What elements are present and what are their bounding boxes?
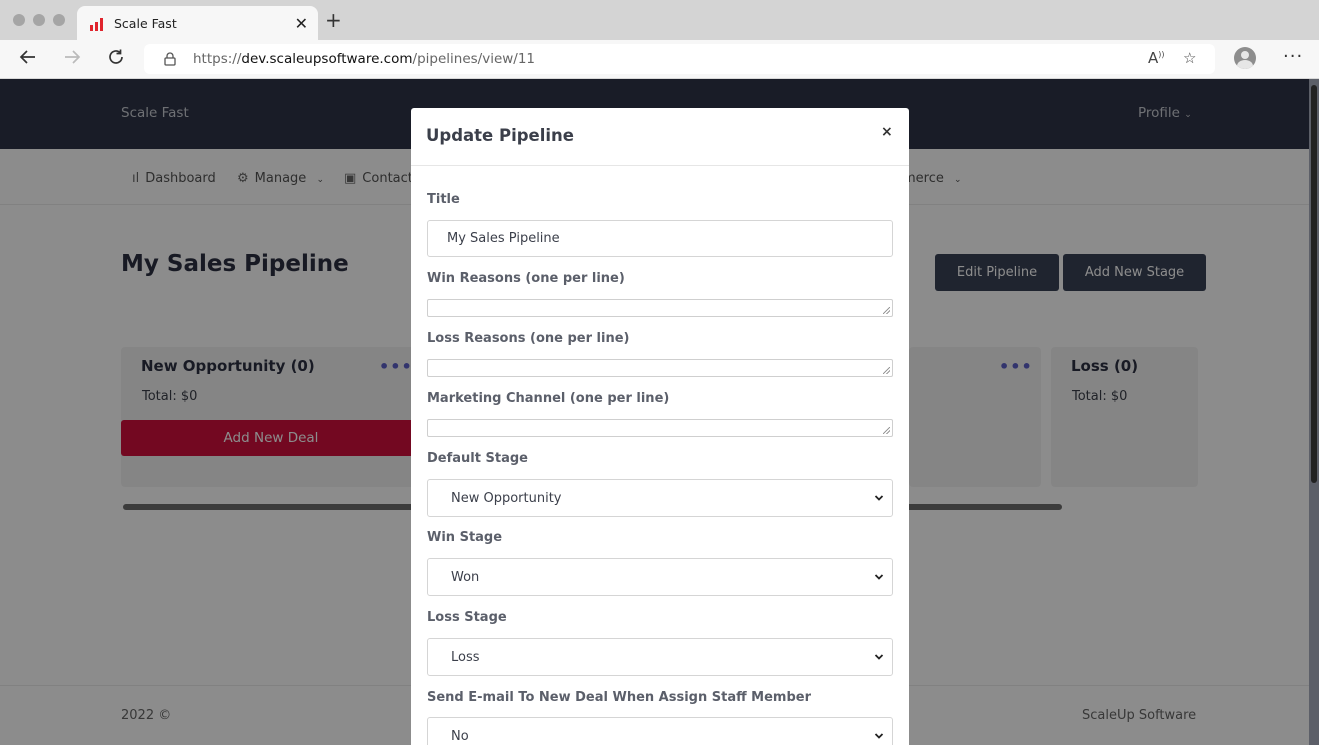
title-input[interactable]: My Sales Pipeline: [427, 220, 893, 257]
window-zoom-dot[interactable]: [53, 14, 65, 26]
window-close-dot[interactable]: [13, 14, 25, 26]
chevron-down-icon: [874, 570, 884, 588]
tab-close-icon[interactable]: ✕: [295, 14, 308, 33]
default-stage-label: Default Stage: [427, 451, 528, 466]
reload-icon[interactable]: [107, 48, 125, 71]
lock-icon: [164, 51, 176, 70]
loss-stage-label: Loss Stage: [427, 610, 507, 625]
send-email-select[interactable]: No: [427, 717, 893, 745]
url-text: https://dev.scaleupsoftware.com/pipeline…: [193, 51, 536, 67]
bar-chart-icon: [89, 16, 105, 35]
win-reasons-label: Win Reasons (one per line): [427, 271, 625, 286]
marketing-channel-textarea[interactable]: [427, 419, 893, 437]
send-email-value: No: [451, 728, 469, 744]
loss-reasons-textarea[interactable]: [427, 359, 893, 377]
vertical-scrollbar[interactable]: [1309, 79, 1319, 745]
win-stage-label: Win Stage: [427, 530, 503, 545]
modal-title: Update Pipeline: [426, 126, 574, 145]
forward-arrow-icon[interactable]: [63, 48, 81, 71]
new-tab-icon[interactable]: +: [325, 10, 342, 30]
browser-tab[interactable]: Scale Fast ✕: [77, 6, 318, 40]
address-bar: https://dev.scaleupsoftware.com/pipeline…: [0, 40, 1319, 79]
title-label: Title: [427, 192, 460, 207]
modal-header: Update Pipeline ×: [411, 108, 909, 166]
win-stage-value: Won: [451, 569, 480, 585]
default-stage-select[interactable]: New Opportunity: [427, 479, 893, 517]
win-stage-select[interactable]: Won: [427, 558, 893, 596]
default-stage-value: New Opportunity: [451, 490, 562, 506]
favorites-star-icon[interactable]: ☆: [1183, 49, 1196, 67]
browser-profile-avatar[interactable]: [1234, 47, 1256, 69]
scrollbar-thumb[interactable]: [1311, 85, 1317, 483]
chevron-down-icon: [874, 729, 884, 745]
send-email-label: Send E-mail To New Deal When Assign Staf…: [427, 690, 812, 705]
window-minimize-dot[interactable]: [33, 14, 45, 26]
loss-reasons-label: Loss Reasons (one per line): [427, 331, 630, 346]
more-options-icon[interactable]: ···: [1283, 46, 1303, 67]
tab-title: Scale Fast: [114, 16, 177, 31]
loss-stage-value: Loss: [451, 649, 480, 665]
browser-tab-bar: Scale Fast ✕ +: [0, 0, 1319, 40]
marketing-channel-label: Marketing Channel (one per line): [427, 391, 670, 406]
url-field[interactable]: https://dev.scaleupsoftware.com/pipeline…: [144, 44, 1215, 74]
back-arrow-icon[interactable]: [19, 48, 37, 71]
chevron-down-icon: [874, 650, 884, 668]
chevron-down-icon: [874, 491, 884, 509]
loss-stage-select[interactable]: Loss: [427, 638, 893, 676]
close-icon[interactable]: ×: [881, 124, 893, 140]
page: Scale Fast Profile ⌄ ıl Dashboard ⚙ Manage…: [0, 79, 1319, 745]
read-aloud-icon[interactable]: A)): [1148, 49, 1165, 67]
win-reasons-textarea[interactable]: [427, 299, 893, 317]
update-pipeline-modal: Update Pipeline × Title My Sales Pipelin…: [411, 108, 909, 745]
